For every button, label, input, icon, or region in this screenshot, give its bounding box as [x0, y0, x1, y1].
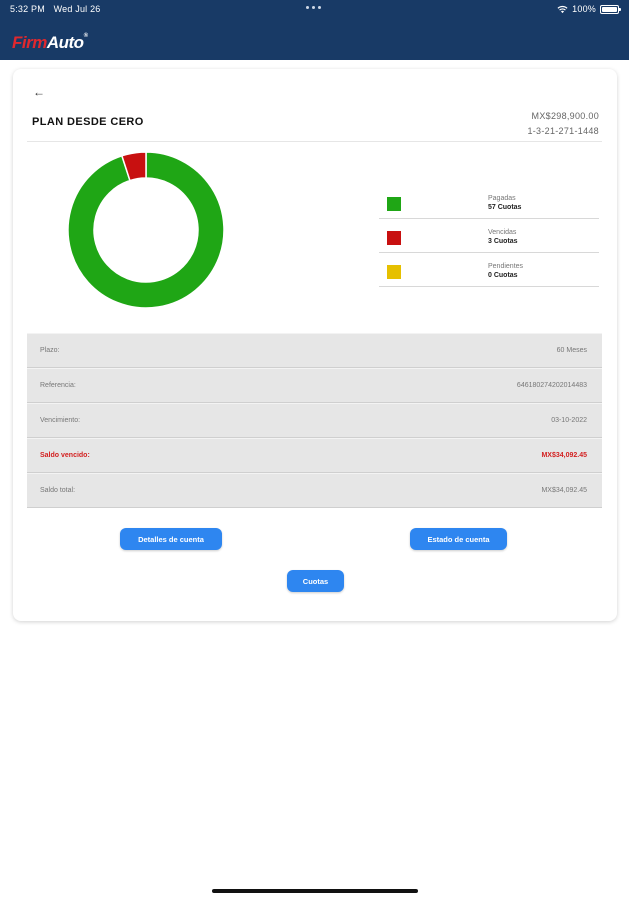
detail-value: 60 Meses [556, 347, 587, 354]
detail-label: Referencia: [40, 382, 76, 389]
status-time: 5:32 PM [10, 4, 45, 14]
account-card: ← PLAN DESDE CERO MX$298,900.00 1-3-21-2… [13, 69, 617, 621]
detail-row-vencimiento: Vencimiento: 03-10-2022 [27, 403, 602, 438]
status-date: Wed Jul 26 [53, 4, 101, 14]
legend-count: 3 Cuotas [488, 238, 518, 245]
status-bar-left: 5:32 PM Wed Jul 26 [10, 4, 100, 14]
legend-item-pagadas: Pagadas 57 Cuotas [379, 185, 599, 219]
legend-label: Pendientes [488, 263, 524, 270]
battery-icon [600, 4, 621, 14]
multitask-dots-icon[interactable] [306, 6, 321, 9]
plan-title: PLAN DESDE CERO [32, 116, 144, 128]
wifi-icon [557, 5, 568, 13]
detail-row-saldo-vencido: Saldo vencido: MX$34,092.45 [27, 438, 602, 473]
logo-registered-mark: ® [83, 33, 88, 39]
battery-percent: 100% [572, 4, 596, 14]
detail-value: 646180274202014483 [516, 382, 587, 389]
detail-value: MX$34,092.45 [541, 452, 587, 459]
account-number: 1-3-21-271-1448 [527, 126, 599, 136]
detail-label: Saldo total: [40, 487, 76, 494]
logo-text-auto: Auto [46, 33, 84, 52]
legend-swatch-red [387, 231, 401, 245]
legend-swatch-yellow [387, 265, 401, 279]
detail-label: Saldo vencido: [40, 452, 90, 459]
legend-item-pendientes: Pendientes 0 Cuotas [379, 253, 599, 287]
legend-label: Pagadas [488, 195, 516, 202]
firmauto-logo: FirmAuto® [12, 33, 88, 53]
detail-label: Plazo: [40, 347, 60, 354]
legend-label: Vencidas [488, 229, 517, 236]
account-details-table: Plazo: 60 Meses Referencia: 646180274202… [27, 333, 602, 508]
legend-count: 0 Cuotas [488, 272, 518, 279]
home-indicator[interactable] [212, 889, 418, 893]
header-divider [27, 141, 602, 142]
detail-row-referencia: Referencia: 646180274202014483 [27, 368, 602, 403]
top-bar: 5:32 PM Wed Jul 26 100% FirmAuto® [0, 0, 629, 60]
legend-item-vencidas: Vencidas 3 Cuotas [379, 219, 599, 253]
plan-amount: MX$298,900.00 [531, 111, 599, 121]
legend-swatch-green [387, 197, 401, 211]
chart-legend: Pagadas 57 Cuotas Vencidas 3 Cuotas Pend… [379, 185, 599, 287]
installments-donut-chart [67, 151, 225, 309]
legend-count: 57 Cuotas [488, 204, 522, 211]
detail-row-saldo-total: Saldo total: MX$34,092.45 [27, 473, 602, 508]
detail-value: MX$34,092.45 [541, 487, 587, 494]
status-bar-right: 100% [557, 4, 621, 14]
logo-text-firm: Firm [12, 33, 47, 52]
back-arrow-icon[interactable]: ← [33, 85, 45, 99]
detail-row-plazo: Plazo: 60 Meses [27, 333, 602, 368]
detail-label: Vencimiento: [40, 417, 81, 424]
account-statement-button[interactable]: Estado de cuenta [410, 528, 507, 550]
installments-button[interactable]: Cuotas [287, 570, 344, 592]
detail-value: 03-10-2022 [551, 417, 587, 424]
account-details-button[interactable]: Detalles de cuenta [120, 528, 222, 550]
